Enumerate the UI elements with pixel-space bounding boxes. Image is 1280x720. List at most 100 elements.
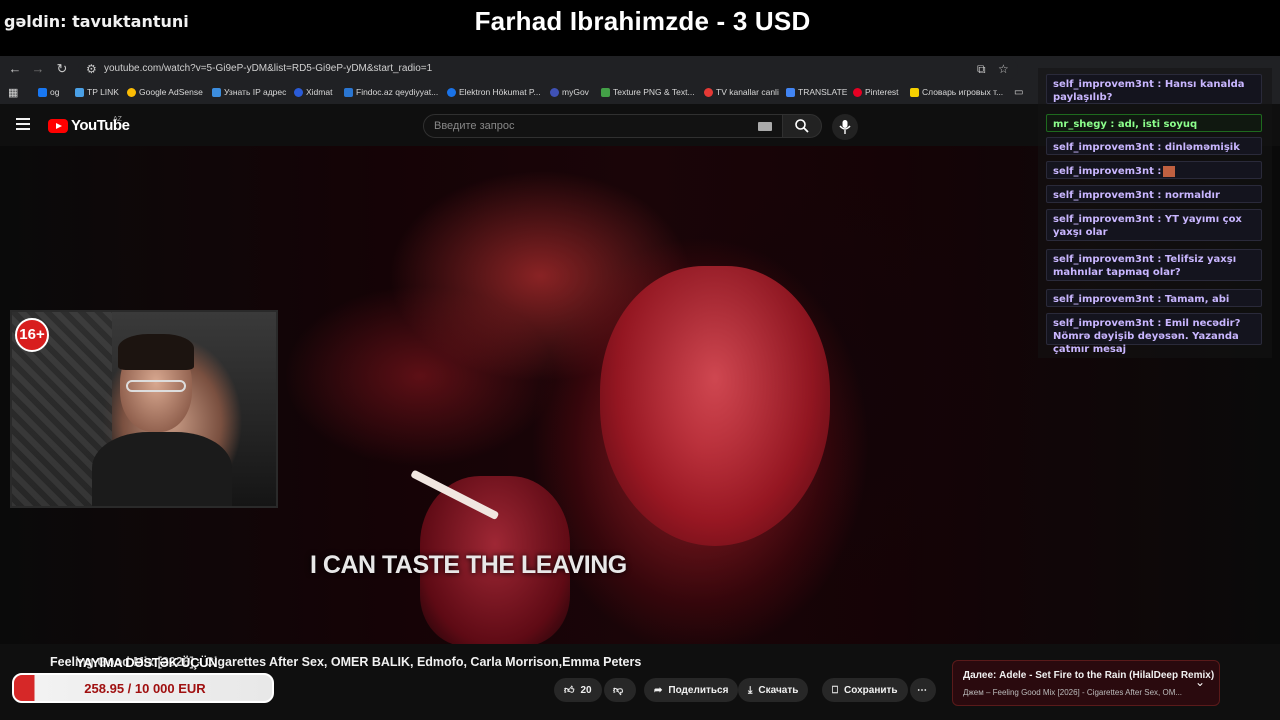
age-rating-badge: 16+ [15,318,49,352]
search-placeholder: Введите запрос [434,120,515,132]
apps-grid-icon[interactable]: ▦ [8,86,18,99]
emote-icon [1163,165,1176,177]
bookmark-item[interactable]: Pinterest [853,87,899,97]
bookmark-label: myGov [562,87,589,97]
save-label: Сохранить [844,684,898,696]
mic-icon [839,120,851,134]
share-label: Поделиться [668,684,729,696]
up-next-card[interactable]: Далее: Adele - Set Fire to the Rain (Hil… [952,660,1220,706]
bookmark-item[interactable]: Xidmat [294,87,332,97]
download-label: Скачать [758,684,799,696]
thumbs-up-icon: 👍︎ [564,685,575,696]
up-next-title: Далее: Adele - Set Fire to the Rain (Hil… [963,670,1215,681]
bookmark-label: Google AdSense [139,87,203,97]
bookmark-item[interactable]: Texture PNG & Text... [601,87,695,97]
chat-message: self_improvem3nt : Hansı kanalda paylaşı… [1046,74,1262,104]
stream-title: Farhad Ibrahimzde - 3 USD [474,6,811,36]
streamer-shirt [92,432,232,506]
bookmark-item[interactable]: TRANSLATE [786,87,847,97]
reload-icon[interactable]: ↻ [54,61,70,77]
bookmark-favicon-icon [294,87,303,97]
streamer-glasses [126,380,186,392]
download-icon: ⤓ [748,684,753,696]
bookmark-favicon-icon [38,87,47,97]
youtube-play-icon [48,118,68,133]
streamer-hair [118,334,194,370]
bookmark-favicon-icon [447,87,456,97]
bookmark-favicon-icon [786,87,795,97]
bookmark-favicon-icon [344,87,353,97]
up-next-subtitle: Джем – Feeling Good Mix [2026] - Cigaret… [963,688,1183,697]
search-button[interactable] [782,114,822,138]
chat-message: self_improvem3nt : YT yayımı çox yaxşı o… [1046,209,1262,241]
arrow-right-icon[interactable]: → [30,61,46,77]
thumbs-down-icon: 👎︎ [613,685,624,696]
bookmark-item[interactable]: TV kanallar canli [704,87,779,97]
download-button[interactable]: ⤓ Скачать [738,678,809,702]
bookmark-item[interactable]: Findoc.az qeydiyyat... [344,87,438,97]
bookmark-label: Findoc.az qeydiyyat... [356,87,439,97]
bookmark-favicon-icon [601,87,610,97]
bookmark-label: Elektron Hökumat P... [459,87,541,97]
bookmark-item[interactable]: Google AdSense [127,87,203,97]
donation-progress-bar: 258.95 / 10 000 EUR [12,673,274,703]
arrow-left-icon[interactable]: ← [7,61,23,77]
bookmark-icon: ⎕ [832,684,838,696]
bookmark-favicon-icon [212,87,221,97]
voice-search-button[interactable] [832,114,858,140]
url-text[interactable]: youtube.com/watch?v=5-Gi9eP-yDM&list=RD5… [104,63,432,74]
bookmark-label: TRANSLATE [798,87,848,97]
bookmark-label: Словарь игровых т... [922,87,1004,97]
more-horizontal-icon: ⋯ [917,684,927,696]
bookmark-favicon-icon [75,87,84,97]
share-button[interactable]: ➦ Поделиться [644,678,739,702]
chat-message: self_improvem3nt : Tamam, abi [1046,289,1262,307]
like-count: 20 [580,684,592,696]
save-button[interactable]: ⎕ Сохранить [822,678,908,702]
streamer-webcam [10,310,278,508]
video-subtitle: I CAN TASTE THE LEAVING [310,551,627,579]
bookmark-item[interactable]: Узнать IP адрес [212,87,286,97]
folder-icon[interactable]: ▭ [1014,87,1023,98]
bookmark-favicon-icon [704,87,713,97]
search-input[interactable]: Введите запрос [423,114,783,138]
video-frame-face [600,266,830,546]
bookmark-label: Pinterest [865,87,899,97]
support-stream-text: YAYIMA DƏSTƏK ÜÇÜN [76,655,218,670]
site-info-icon[interactable]: ⚙ [86,62,97,76]
bookmark-label: TP LINK [87,87,119,97]
bookmark-favicon-icon [910,87,919,97]
search-icon [795,119,809,133]
chat-message: mr_shegy : adı, isti soyuq [1046,114,1262,132]
keyboard-icon[interactable] [758,122,772,131]
install-icon[interactable]: ⧉ [977,62,986,77]
bookmark-label: og [50,87,60,97]
like-button[interactable]: 👍︎ 20 [554,678,602,702]
bookmark-item[interactable]: TP LINK [75,87,119,97]
region-code: AZ [113,116,122,123]
bookmark-label: Xidmat [306,87,333,97]
chevron-down-icon[interactable]: ⌄ [1195,675,1205,689]
chat-message: self_improvem3nt : dinləməmişik [1046,137,1262,155]
menu-icon[interactable] [16,118,30,130]
donation-progress-text: 258.95 / 10 000 EUR [84,681,206,696]
star-icon[interactable]: ☆ [998,62,1009,76]
stream-header: gəldin: tavuktantuni Farhad Ibrahimzde -… [0,0,1280,56]
bookmark-favicon-icon [853,87,862,97]
bookmark-label: TV kanallar canli [716,87,779,97]
bookmark-label: Texture PNG & Text... [613,87,695,97]
streamer [92,322,232,506]
bookmark-favicon-icon [550,87,559,97]
chat-message: self_improvem3nt : [1046,161,1262,179]
bookmark-item[interactable]: Elektron Hökumat P... [447,87,541,97]
more-actions-button[interactable]: ⋯ [910,678,936,702]
bookmark-favicon-icon [127,87,136,97]
bookmark-item[interactable]: og [38,87,59,97]
share-icon: ➦ [654,684,663,696]
chat-message: self_improvem3nt : Telifsiz yaxşı mahnıl… [1046,249,1262,281]
bookmark-item[interactable]: myGov [550,87,589,97]
dislike-button[interactable]: 👎︎ [604,678,636,702]
chat-message: self_improvem3nt : Emil necədir? Nömrə d… [1046,313,1262,355]
bookmark-item[interactable]: Словарь игровых т... [910,87,1003,97]
chat-message-text: self_improvem3nt : [1053,166,1162,177]
